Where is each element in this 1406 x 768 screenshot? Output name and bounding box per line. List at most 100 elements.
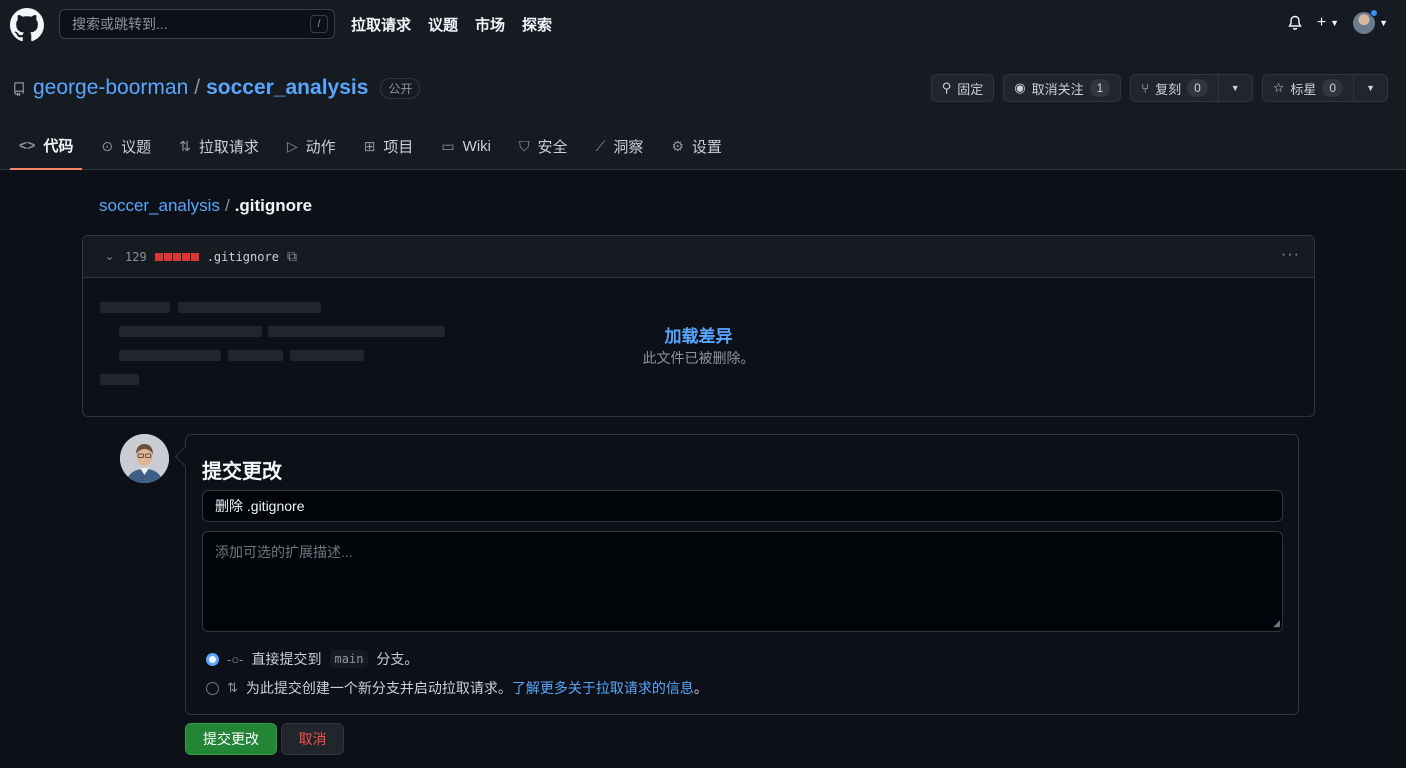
star-label: 标星 [1290,81,1317,97]
fork-dropdown-button[interactable]: ▼ [1218,74,1253,102]
load-diff-link[interactable]: 加载差异 [83,322,1314,347]
github-logo-icon[interactable] [10,8,44,42]
search-placeholder: 搜索或跳转到... [72,16,168,32]
commit-form-title: 提交更改 [202,461,282,483]
repo-title: george-boorman / soccer_analysis 公开 [12,76,421,100]
tab-security[interactable]: ⛉ 安全 [510,122,577,170]
radio-direct[interactable] [206,652,219,666]
tab-label: 动作 [305,138,336,156]
file-diff: ⌄ 129 .gitignore ⧉ ··· 加载差异 此文件已被删除。 [82,235,1315,417]
code-icon: <> [19,137,36,153]
chevron-down-icon: ▼ [1330,18,1340,28]
notification-dot [1370,9,1379,17]
nav-issues[interactable]: 议题 [428,14,458,35]
fork-count: 0 [1187,79,1208,97]
tab-label: 项目 [383,138,414,156]
fork-icon: ⑂ [1141,80,1150,96]
chevron-down-icon: ▼ [1379,18,1388,28]
user-menu[interactable]: ▼ [1353,9,1388,34]
placeholder-line [178,302,321,313]
global-header: 搜索或跳转到... / 拉取请求 议题 市场 探索 + ▼ ▼ [0,0,1406,56]
chevron-down-icon[interactable]: ⌄ [105,250,117,263]
unwatch-label: 取消关注 [1031,81,1084,97]
repo-separator: / [194,76,201,99]
search-input[interactable]: 搜索或跳转到... / [59,9,335,39]
pin-button[interactable]: ⚲ 固定 [930,74,995,102]
tab-code[interactable]: <> 代码 [10,122,83,170]
avatar [1353,9,1379,34]
nav-pull-requests[interactable]: 拉取请求 [351,14,411,35]
repo-owner-link[interactable]: george-boorman [33,76,188,100]
star-count: 0 [1322,79,1344,97]
issue-icon: ⊙ [101,137,114,154]
watch-count: 1 [1089,79,1111,97]
unwatch-button[interactable]: ◉ 取消关注 1 [1003,74,1122,102]
option-branch-text: 为此提交创建一个新分支并启动拉取请求。 [245,680,512,696]
header-actions: + ▼ ▼ [1287,9,1388,34]
tab-issues[interactable]: ⊙ 议题 [92,122,160,170]
eye-icon: ◉ [1014,80,1026,95]
star-dropdown-button[interactable]: ▼ [1354,74,1388,102]
option-direct-suffix: 分支。 [376,651,419,667]
cancel-button[interactable]: 取消 [281,723,344,755]
repo-name-link[interactable]: soccer_analysis [206,76,368,100]
file-deleted-message: 此文件已被删除。 [642,350,755,366]
breadcrumb-file: .gitignore [234,196,313,215]
star-button[interactable]: ☆ 标星 0 [1261,74,1355,102]
create-new-menu[interactable]: + ▼ [1317,14,1339,32]
nav-marketplace[interactable]: 市场 [475,14,505,35]
graph-icon: ⟋ [595,137,606,154]
nav-explore[interactable]: 探索 [522,14,552,35]
placeholder-line [100,302,170,313]
commit-message-input[interactable]: 删除 .gitignore [202,490,1283,522]
deletion-count: 129 [125,249,147,264]
resize-handle-icon[interactable]: ◢ [1273,618,1280,629]
commit-changes-button[interactable]: 提交更改 [185,723,277,755]
kebab-menu-icon[interactable]: ··· [1281,246,1300,264]
star-group: ☆ 标星 0 ▼ [1261,74,1388,102]
global-nav: 拉取请求 议题 市场 探索 [351,14,552,35]
tab-label: 代码 [43,137,74,155]
commit-form: 提交更改 删除 .gitignore 添加可选的扩展描述... ◢ -○- 直接… [185,434,1299,715]
tab-label: 设置 [691,138,722,156]
tab-insights[interactable]: ⟋ 洞察 [587,122,653,170]
tab-label: 安全 [537,138,568,156]
repo-tabs: <> 代码 ⊙ 议题 ⇅ 拉取请求 ▷ 动作 ⊞ 项目 ▭ Wiki ⛉ 安全 … [10,122,741,170]
commit-description-textarea[interactable]: 添加可选的扩展描述... ◢ [202,531,1283,632]
placeholder-line [100,374,139,385]
book-icon: ▭ [441,137,455,154]
star-icon: ☆ [1272,80,1285,95]
tab-actions[interactable]: ▷ 动作 [278,122,345,170]
file-diff-header: ⌄ 129 .gitignore ⧉ ··· [83,236,1314,278]
tab-label: 议题 [121,138,152,156]
user-avatar-image [120,434,169,483]
shield-icon: ⛉ [518,137,530,154]
search-shortcut-key: / [310,15,328,33]
tab-wiki[interactable]: ▭ Wiki [432,122,500,170]
breadcrumb: soccer_analysis / .gitignore [99,196,312,216]
pin-icon: ⚲ [941,80,952,95]
breadcrumb-repo-link[interactable]: soccer_analysis [99,196,220,216]
tab-pull-requests[interactable]: ⇅ 拉取请求 [170,122,268,170]
tab-label: 拉取请求 [198,138,259,156]
copy-icon[interactable]: ⧉ [287,248,297,265]
fork-label: 复刻 [1155,81,1182,97]
bell-icon[interactable] [1287,15,1303,31]
repo-actions: ⚲ 固定 ◉ 取消关注 1 ⑂ 复刻 0 ▼ ☆ 标星 0 ▼ [930,74,1388,102]
table-icon: ⊞ [363,137,376,154]
repo-icon [14,82,24,96]
learn-more-link[interactable]: 了解更多关于拉取请求的信息 [512,678,694,698]
commit-direct-option[interactable]: -○- 直接提交到 main 分支。 [206,649,418,669]
commit-new-branch-option[interactable]: ⇅ 为此提交创建一个新分支并启动拉取请求。 了解更多关于拉取请求的信息 。 [206,678,708,698]
option-direct-prefix: 直接提交到 [251,651,322,667]
radio-new-branch[interactable] [206,681,219,695]
plus-icon: + [1316,14,1327,31]
tab-projects[interactable]: ⊞ 项目 [355,122,423,170]
branch-name: main [329,650,369,668]
chevron-down-icon: ▼ [1230,83,1240,93]
chevron-down-icon: ▼ [1366,83,1375,93]
fork-button[interactable]: ⑂ 复刻 0 [1130,74,1219,102]
fork-group: ⑂ 复刻 0 ▼ [1130,74,1253,102]
tab-settings[interactable]: ⚙ 设置 [662,122,731,170]
gear-icon: ⚙ [671,137,684,154]
